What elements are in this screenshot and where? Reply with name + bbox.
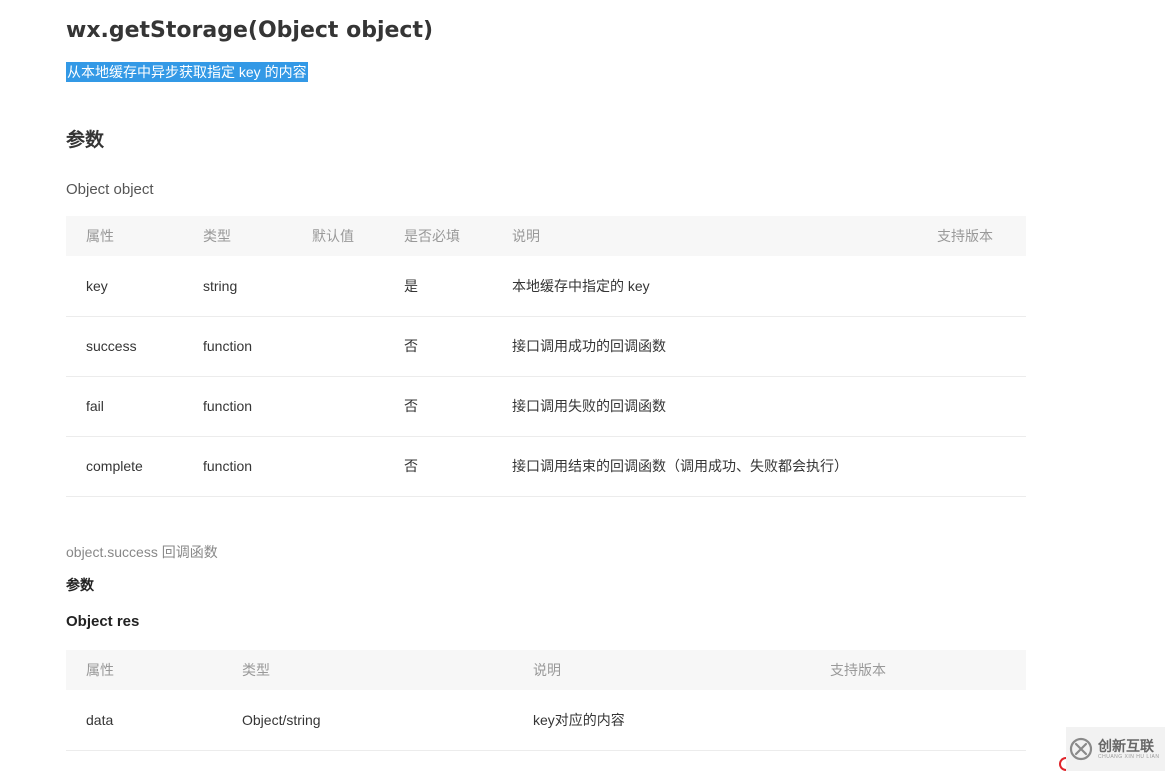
- cell-required: 否: [384, 376, 492, 437]
- cell-description: 接口调用结束的回调函数（调用成功、失败都会执行）: [492, 436, 917, 497]
- cell-type: function: [183, 316, 292, 377]
- cell-description: key对应的内容: [513, 690, 810, 751]
- chuangxin-logo-icon: [1069, 737, 1093, 761]
- cell-type: function: [183, 436, 292, 497]
- col-header-required: 是否必填: [384, 216, 492, 256]
- cell-default: [292, 316, 384, 377]
- col-header-version: 支持版本: [810, 650, 1026, 690]
- cell-version: [917, 256, 1026, 317]
- table-row: fail function 否 接口调用失败的回调函数: [66, 376, 1026, 437]
- col-header-default: 默认值: [292, 216, 384, 256]
- cell-description: 接口调用失败的回调函数: [492, 376, 917, 437]
- watermark: 创新互联 CHUANG XIN HU LIAN: [1066, 727, 1165, 771]
- col-header-version: 支持版本: [917, 216, 1026, 256]
- col-header-type: 类型: [183, 216, 292, 256]
- table-row: key string 是 本地缓存中指定的 key: [66, 256, 1026, 317]
- table-row: complete function 否 接口调用结束的回调函数（调用成功、失败都…: [66, 436, 1026, 497]
- callback-label: object.success 回调函数: [66, 544, 218, 560]
- table-row: data Object/string key对应的内容: [66, 690, 1026, 751]
- cell-property: fail: [66, 376, 183, 437]
- cell-type: Object/string: [222, 690, 513, 751]
- cell-default: [292, 376, 384, 437]
- cell-required: 否: [384, 316, 492, 377]
- res-table: 属性 类型 说明 支持版本 data Object/string key对应的内…: [66, 650, 1026, 751]
- watermark-name: 创新互联: [1098, 737, 1154, 754]
- cell-version: [917, 436, 1026, 497]
- cell-description: 本地缓存中指定的 key: [492, 256, 917, 317]
- col-header-property: 属性: [66, 650, 222, 690]
- col-header-description: 说明: [513, 650, 810, 690]
- cell-type: string: [183, 256, 292, 317]
- api-description[interactable]: 从本地缓存中异步获取指定 key 的内容: [66, 62, 308, 82]
- cell-version: [917, 376, 1026, 437]
- api-title: wx.getStorage(Object object): [66, 18, 434, 43]
- params-table: 属性 类型 默认值 是否必填 说明 支持版本 key string 是 本地缓存…: [66, 216, 1026, 497]
- table-header-row: 属性 类型 默认值 是否必填 说明 支持版本: [66, 216, 1026, 256]
- table-row: success function 否 接口调用成功的回调函数: [66, 316, 1026, 377]
- cell-version: [810, 690, 1026, 751]
- object-label: Object object: [66, 181, 154, 198]
- cell-property: complete: [66, 436, 183, 497]
- col-header-type: 类型: [222, 650, 513, 690]
- params-heading: 参数: [66, 129, 105, 151]
- cell-description: 接口调用成功的回调函数: [492, 316, 917, 377]
- watermark-subtitle: CHUANG XIN HU LIAN: [1098, 753, 1160, 760]
- col-header-description: 说明: [492, 216, 917, 256]
- cell-property: key: [66, 256, 183, 317]
- cell-default: [292, 256, 384, 317]
- cell-type: function: [183, 376, 292, 437]
- col-header-property: 属性: [66, 216, 183, 256]
- callback-params-heading: 参数: [66, 577, 94, 593]
- cell-required: 否: [384, 436, 492, 497]
- table-header-row: 属性 类型 说明 支持版本: [66, 650, 1026, 690]
- cell-property: data: [66, 690, 222, 751]
- cell-property: success: [66, 316, 183, 377]
- cell-default: [292, 436, 384, 497]
- cell-required: 是: [384, 256, 492, 317]
- cell-version: [917, 316, 1026, 377]
- res-label: Object res: [66, 613, 140, 630]
